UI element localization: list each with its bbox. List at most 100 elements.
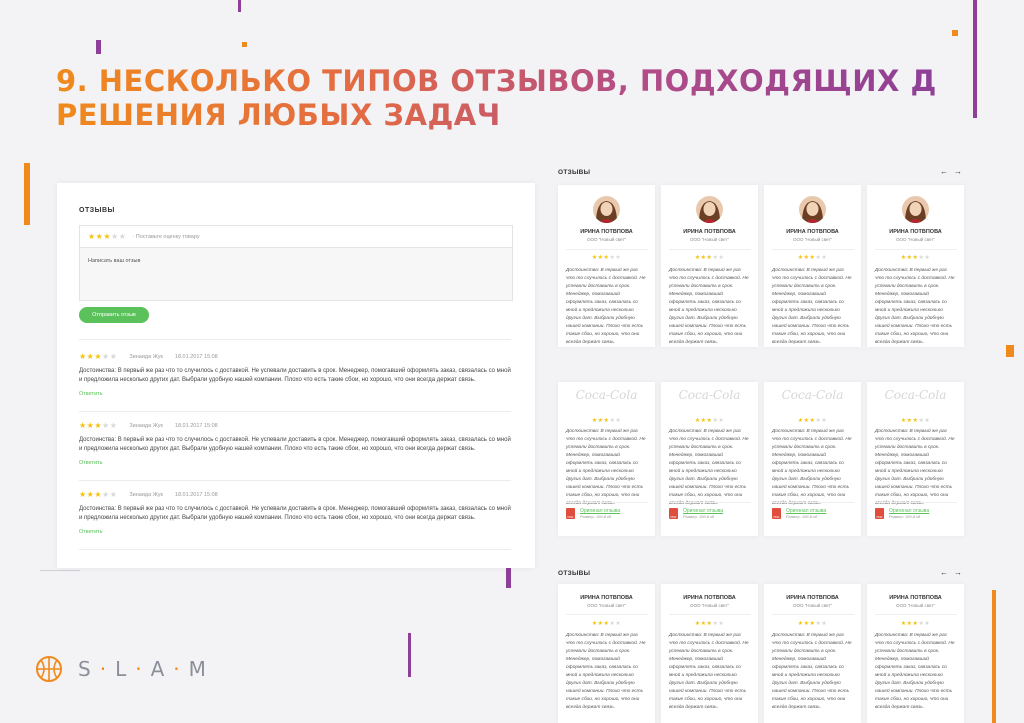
deco-line: [408, 633, 411, 677]
review-form: ★ ★ ★ ★ ★ · Поставьте оценку товару Напи…: [79, 225, 513, 301]
pdf-file-icon: PDF: [566, 508, 575, 519]
divider: [566, 249, 648, 250]
star-icon[interactable]: ★: [103, 232, 111, 241]
avatar: [593, 196, 620, 223]
slam-logo: S·L·A·M: [34, 654, 215, 684]
card-text: Достоинства: В первый же раз что то случ…: [669, 429, 749, 506]
brand-logo: Coca-Cola: [678, 388, 741, 402]
arrow-left-icon[interactable]: ←: [940, 568, 954, 577]
card-org: ООО "Новый свет": [792, 237, 833, 242]
star-icon: ★: [718, 255, 725, 261]
rating-stars-input[interactable]: ★ ★ ★ ★ ★: [88, 232, 126, 241]
card-text: Достоинства: В первый же раз что то случ…: [566, 429, 646, 506]
divider: [79, 339, 511, 340]
card-org: ООО "Новый свет": [586, 603, 627, 608]
star-icon: ★: [821, 418, 828, 424]
star-icon: ★: [821, 621, 828, 627]
card-text: Достоинства: В первый же раз что то случ…: [875, 429, 955, 506]
review-card[interactable]: ИРИНА ПОТВПОВА ООО "Новый свет" ★★★★★ Досто…: [661, 584, 758, 723]
brand-review-card[interactable]: Coca-Cola ★★★★★ Достоинства: В первый же р…: [764, 382, 861, 536]
pdf-file-icon: PDF: [875, 508, 884, 519]
attachment: PDF Оригинал отзыва Размер: 159,8 кб: [566, 508, 620, 519]
brand-review-card[interactable]: Coca-Cola ★★★★★ Достоинства: В первый же р…: [661, 382, 758, 536]
divider: [79, 480, 511, 481]
cards-section-title: ОТЗЫВЫ: [558, 169, 591, 176]
card-rating: ★★★★★: [661, 620, 758, 627]
card-org: ООО "Новый свет": [586, 237, 627, 242]
deco-line: [506, 568, 511, 588]
card-name: ИРИНА ПОТВПОВА: [786, 595, 839, 601]
deco-line: [24, 163, 30, 225]
review-author: Зинаида Жук: [129, 491, 163, 498]
divider: [566, 502, 648, 503]
logo-wordmark: S·L·A·M: [78, 657, 215, 681]
deco-line: [96, 40, 101, 54]
card-text: Достоинства: В первый же раз что то случ…: [772, 633, 852, 710]
reply-link[interactable]: Ответить: [79, 391, 511, 397]
divider: [772, 249, 854, 250]
review-text: Достоинства: В первый же раз что то случ…: [79, 506, 511, 521]
attachment: PDF Оригинал отзыва Размер: 159,8 кб: [669, 508, 723, 519]
card-text: Достоинства: В первый же раз что то случ…: [566, 633, 646, 710]
review-card[interactable]: ИРИНА ПОТВПОВА ООО "Новый свет" ★★★★★ Досто…: [764, 185, 861, 347]
star-icon: ★: [821, 255, 828, 261]
reply-link[interactable]: Ответить: [79, 529, 511, 535]
card-name: ИРИНА ПОТВПОВА: [889, 595, 942, 601]
review-item: ★ ★ ★ ★ ★ Зинаида Жук 18.01.2017 15:08 Досто…: [79, 352, 511, 397]
attachment: PDF Оригинал отзыва Размер: 159,8 кб: [875, 508, 929, 519]
review-card[interactable]: ИРИНА ПОТВПОВА ООО "Новый свет" ★★★★★ Досто…: [867, 185, 964, 347]
submit-review-button[interactable]: Отправить отзыв: [79, 307, 149, 323]
star-icon[interactable]: ★: [111, 232, 119, 241]
card-name: ИРИНА ПОТВПОВА: [580, 595, 633, 601]
review-date: 18.01.2017 15:08: [174, 353, 218, 360]
star-icon[interactable]: ★: [88, 232, 96, 241]
review-text: Достоинства: В первый же раз что то случ…: [79, 368, 511, 383]
card-text: Достоинства: В первый же раз что то случ…: [669, 268, 749, 345]
brand-review-card[interactable]: Coca-Cola ★★★★★ Достоинства: В первый же р…: [558, 382, 655, 536]
file-size: Размер: 159,8 кб: [580, 514, 612, 519]
review-item: ★ ★ ★ ★ ★ Зинаида Жук 18.01.2017 15:08 Досто…: [79, 490, 511, 535]
review-panel: ОТЗЫВЫ ★ ★ ★ ★ ★ · Поставьте оценку това…: [57, 183, 535, 568]
pdf-file-icon: PDF: [772, 508, 781, 519]
star-icon: ★: [86, 421, 95, 430]
star-icon: ★: [94, 490, 103, 499]
divider: [79, 549, 511, 550]
star-icon: ★: [924, 418, 931, 424]
arrow-right-icon[interactable]: →: [954, 167, 968, 176]
review-date: 18.01.2017 15:08: [174, 422, 218, 429]
deco-line: [973, 0, 977, 118]
review-card[interactable]: ИРИНА ПОТВПОВА ООО "Новый свет" ★★★★★ Досто…: [764, 584, 861, 723]
card-rating: ★★★★★: [558, 417, 655, 424]
divider: [772, 502, 854, 503]
deco-line: [238, 0, 241, 12]
divider: [79, 411, 511, 412]
deco-line: [242, 42, 247, 47]
star-icon: ★: [718, 621, 725, 627]
divider: [669, 614, 751, 615]
review-card[interactable]: ИРИНА ПОТВПОВА ООО "Новый свет" ★★★★★ Досто…: [558, 584, 655, 723]
review-card[interactable]: ИРИНА ПОТВПОВА ООО "Новый свет" ★★★★★ Досто…: [661, 185, 758, 347]
review-textarea[interactable]: Написать ваш отзыв: [80, 248, 512, 300]
avatar: [799, 196, 826, 223]
star-icon[interactable]: ★: [96, 232, 104, 241]
card-text: Достоинства: В первый же раз что то случ…: [566, 268, 646, 345]
deco-line: [40, 570, 80, 571]
star-icon[interactable]: ★: [119, 232, 127, 241]
review-author: Зинаида Жук: [129, 353, 163, 360]
brand-review-card[interactable]: Coca-Cola ★★★★★ Достоинства: В первый же р…: [867, 382, 964, 536]
star-icon: ★: [94, 352, 103, 361]
review-card[interactable]: ИРИНА ПОТВПОВА ООО "Новый свет" ★★★★★ Досто…: [867, 584, 964, 723]
carousel-arrows: ←→: [940, 167, 968, 176]
card-org: ООО "Новый свет": [689, 237, 730, 242]
star-icon: ★: [79, 490, 87, 499]
avatar: [696, 196, 723, 223]
arrow-left-icon[interactable]: ←: [940, 167, 954, 176]
reply-link[interactable]: Ответить: [79, 460, 511, 466]
review-card[interactable]: ИРИНА ПОТВПОВА ООО "Новый свет" ★★★★★ Досто…: [558, 185, 655, 347]
star-icon: ★: [615, 621, 622, 627]
star-icon: ★: [79, 352, 87, 361]
review-text: Достоинства: В первый же раз что то случ…: [79, 437, 511, 452]
pdf-file-icon: PDF: [669, 508, 678, 519]
arrow-right-icon[interactable]: →: [954, 568, 968, 577]
star-icon: ★: [924, 255, 931, 261]
